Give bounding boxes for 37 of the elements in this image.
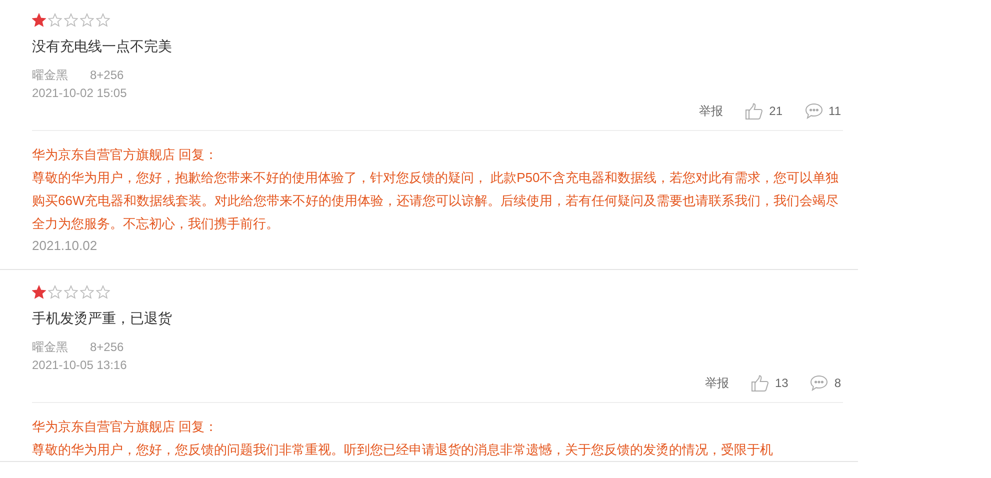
shop-reply-header: 华为京东自营官方旗舰店 回复： xyxy=(32,146,219,164)
product-spec: 8+256 xyxy=(90,339,124,356)
star-icon xyxy=(64,13,78,27)
reply-count: 11 xyxy=(828,103,841,120)
star-icon xyxy=(80,13,94,27)
star-icon xyxy=(96,285,110,299)
review-time: 2021-10-02 15:05 xyxy=(32,85,128,102)
star-icon xyxy=(80,285,94,299)
star-icon xyxy=(32,13,46,27)
star-icon xyxy=(64,285,78,299)
like-count: 13 xyxy=(774,375,788,392)
star-icon xyxy=(48,285,62,299)
shop-reply-header: 华为京东自营官方旗舰店 回复： xyxy=(32,418,219,436)
comment-button[interactable]: 11 xyxy=(804,102,841,120)
product-spec: 8+256 xyxy=(90,67,124,84)
comment-button[interactable]: 8 xyxy=(810,374,841,392)
star-icon xyxy=(96,13,110,27)
star-icon xyxy=(48,13,62,27)
review-text: 没有充电线一点不完美 xyxy=(32,37,173,56)
reply-count: 8 xyxy=(834,375,841,392)
like-count: 21 xyxy=(769,103,783,120)
star-icon xyxy=(32,285,46,299)
like-button[interactable]: 13 xyxy=(750,374,788,392)
like-button[interactable]: 21 xyxy=(745,102,783,120)
reply-date: 2021.10.02 xyxy=(32,237,98,255)
report-link[interactable]: 举报 xyxy=(704,374,729,392)
speech-bubble-icon xyxy=(804,103,823,119)
thumbs-up-icon xyxy=(745,102,764,120)
review-time: 2021-10-05 13:16 xyxy=(32,357,128,374)
shop-reply-text: 尊敬的华为用户，您好，您反馈的问题我们非常重视。听到您已经申请退货的消息非常遗憾，关于您反馈的发烫的情况，受限于机 xyxy=(32,441,774,459)
report-link[interactable]: 举报 xyxy=(699,102,724,120)
thumbs-up-icon xyxy=(750,374,769,392)
product-color: 曜金黑 xyxy=(32,67,68,84)
shop-reply-text: 尊敬的华为用户，您好，抱歉给您带来不好的使用体验了，针对您反馈的疑问， 此款P50不含充电器和数据线，若您对此有需求，您可以单独购买66W充电器和数据线套装。对此给您带来不好的使用体验，还请您可以谅解。后续使用，若有任何疑问及需要也请联系我们，我们会竭尽全力为您服务。不忘初心，我们携手前行。 xyxy=(32,169,840,233)
product-color: 曜金黑 xyxy=(32,339,68,356)
review-text: 手机发烫严重，已退货 xyxy=(32,309,173,328)
speech-bubble-icon xyxy=(810,375,828,391)
